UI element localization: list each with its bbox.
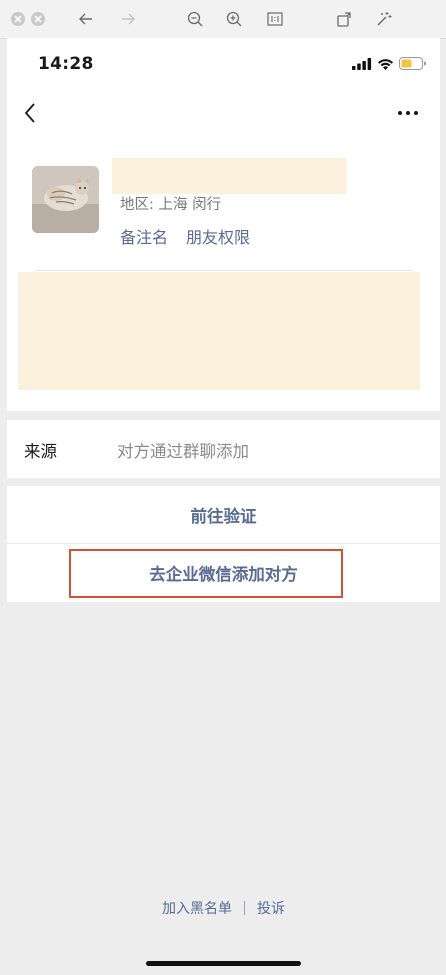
- profile-card: 地区: 上海 闵行 备注名 朋友权限: [7, 136, 440, 411]
- source-label: 来源: [24, 442, 57, 461]
- status-bar: 14:28: [7, 38, 440, 90]
- more-options-icon[interactable]: [398, 104, 424, 122]
- action-buttons: 前往验证 去企业微信添加对方: [7, 486, 440, 602]
- zoom-out-icon[interactable]: [186, 9, 204, 29]
- verify-button[interactable]: 前往验证: [7, 486, 440, 543]
- battery-icon: [399, 57, 426, 70]
- status-time: 14:28: [38, 54, 94, 74]
- avatar[interactable]: [32, 166, 99, 233]
- zoom-in-icon[interactable]: [225, 9, 243, 29]
- footer-links: 加入黑名单 投诉: [7, 898, 440, 918]
- divider: [35, 270, 413, 271]
- friend-permission-link[interactable]: 朋友权限: [186, 224, 250, 248]
- status-icons: [352, 57, 426, 70]
- blacklist-link[interactable]: 加入黑名单: [162, 898, 232, 918]
- phone-screen: 14:28 地区: 上海 闵行 备注名 朋友权限 来源 对方通过群聊添加 前往验…: [7, 38, 440, 975]
- source-value: 对方通过群聊添加: [117, 442, 249, 461]
- magic-wand-icon[interactable]: [375, 9, 393, 29]
- nav-bar: [7, 90, 440, 136]
- forward-arrow-icon[interactable]: [119, 9, 137, 29]
- highlight-box: [69, 549, 343, 598]
- back-arrow-icon[interactable]: [77, 9, 95, 29]
- report-link[interactable]: 投诉: [257, 898, 285, 918]
- actual-size-icon[interactable]: [266, 9, 284, 29]
- footer-separator: [244, 901, 245, 915]
- wifi-icon: [378, 58, 393, 70]
- region-text: 地区: 上海 闵行: [120, 197, 222, 213]
- minimize-window-button[interactable]: [31, 12, 45, 26]
- back-chevron-icon[interactable]: [21, 100, 41, 126]
- remark-name-link[interactable]: 备注名: [120, 224, 168, 248]
- nickname-redacted: [112, 158, 347, 194]
- source-row: 来源 对方通过群聊添加: [7, 420, 440, 478]
- home-indicator[interactable]: [146, 961, 301, 966]
- rotate-device-icon[interactable]: [335, 9, 353, 29]
- close-window-button[interactable]: [11, 12, 25, 26]
- simulator-toolbar: [0, 0, 446, 39]
- signal-icon: [352, 57, 372, 70]
- info-redacted: [18, 272, 420, 390]
- profile-links: 备注名 朋友权限: [120, 224, 250, 248]
